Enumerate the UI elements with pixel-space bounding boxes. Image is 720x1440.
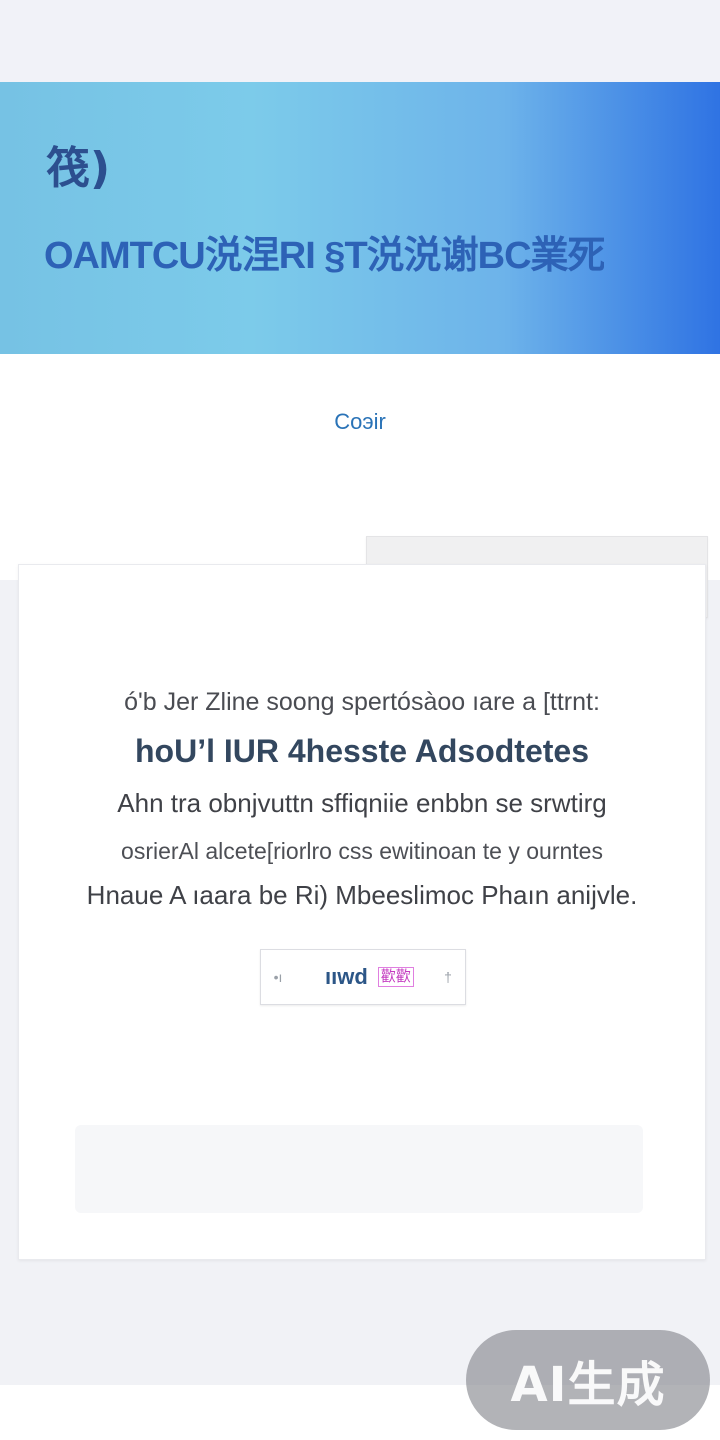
watermark-text: AI生成 bbox=[510, 1357, 666, 1413]
hero-banner: 筏) OAMTCU涚涅RI §T涚涚谢BC業死 bbox=[0, 82, 720, 354]
button-label: ııwd bbox=[325, 964, 368, 989]
card-body-line: osrierAl alcete[riorlro css ewitinoan te… bbox=[121, 838, 603, 864]
card-body-line: Ahn tra obnjvuttn sffiqniie enbbn se srw… bbox=[117, 788, 607, 818]
top-status-band bbox=[0, 0, 720, 82]
button-left-mark: •ı bbox=[273, 969, 283, 985]
feature-card: ó'b Jer Zline soong spertósàoo ıare a [t… bbox=[18, 564, 706, 1260]
card-overline: ó'b Jer Zline soong spertósàoo ıare a [t… bbox=[124, 688, 600, 716]
banner-headline: OAMTCU涚涅RI §T涚涚谢BC業死 bbox=[44, 235, 604, 277]
button-right-mark: † bbox=[444, 969, 452, 985]
card-title: hoU’l IUR 4hesste Adsodtetes bbox=[134, 733, 589, 769]
button-badge: 歡歡 bbox=[377, 967, 414, 987]
card-body-line: Hnaue A ıaara be Ri) Mbeeslimoc Phaın an… bbox=[86, 880, 638, 910]
ai-generated-watermark: AI生成 bbox=[466, 1330, 710, 1430]
center-link[interactable]: Coэir bbox=[0, 408, 720, 436]
banner-logo-glyph: 筏) bbox=[46, 143, 111, 194]
card-action-button[interactable]: •ı ııwd 歡歡 † bbox=[260, 949, 466, 1005]
faded-placeholder-bar bbox=[75, 1125, 643, 1213]
